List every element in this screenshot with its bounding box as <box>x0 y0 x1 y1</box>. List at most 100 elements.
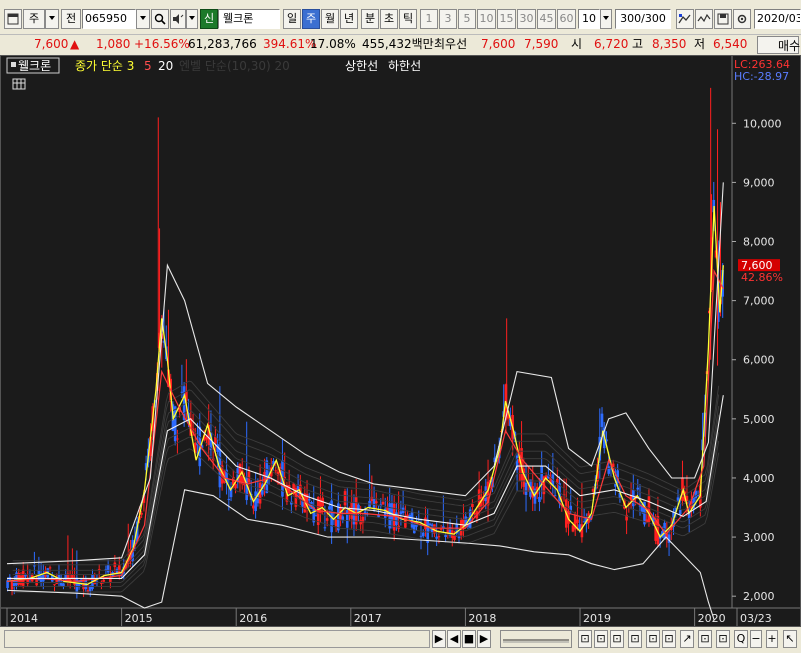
market-select[interactable]: 주 <box>23 9 45 29</box>
layout-3-icon[interactable]: ⊡ <box>610 630 624 648</box>
date-input[interactable]: 2020/03 <box>754 9 801 29</box>
search-icon[interactable] <box>151 9 169 29</box>
layout-2-icon[interactable]: ⊡ <box>594 630 608 648</box>
settings-icon[interactable] <box>733 9 751 29</box>
tab-month[interactable]: 월 <box>321 9 339 29</box>
candle-body <box>102 579 105 582</box>
tab-week[interactable]: 주 <box>302 9 320 29</box>
x-tick-label: 2019 <box>583 612 611 625</box>
interval-input[interactable]: 10 <box>578 9 600 29</box>
horizontal-scrollbar[interactable] <box>4 630 430 648</box>
x-tick-label: 2016 <box>239 612 267 625</box>
candle-body <box>334 518 338 527</box>
interval-60[interactable]: 60 <box>557 9 576 29</box>
chart-background <box>1 56 800 626</box>
open-value: 6,720 <box>594 37 629 51</box>
rewind-icon[interactable]: ◀ <box>447 630 461 648</box>
interval-3-label: 3 <box>444 12 452 25</box>
toolbar: 주 전 065950 신 웰크론 일 주 월 년 분 초 틱 1 3 5 10 … <box>0 0 801 34</box>
interval-10[interactable]: 10 <box>477 9 496 29</box>
candle-body <box>428 523 432 526</box>
interval-15-label: 15 <box>499 12 514 25</box>
scroll-right-icon[interactable]: ▶ <box>432 630 446 648</box>
chart-type-icon[interactable]: ⊡ <box>628 630 642 648</box>
window-menu-icon[interactable] <box>4 9 22 29</box>
candle-body <box>410 512 414 528</box>
print-icon[interactable]: ⊡ <box>662 630 676 648</box>
buy-button[interactable]: 매수 <box>757 36 800 54</box>
candle-body <box>323 527 327 529</box>
stock-name: 웰크론 <box>223 12 254 25</box>
interval-30[interactable]: 30 <box>517 9 536 29</box>
x-tick-label: 2017 <box>354 612 382 625</box>
candle-body <box>524 482 528 495</box>
y-tick-label: 9,000 <box>743 176 775 189</box>
x-tick-label: 2020 <box>698 612 726 625</box>
candle-body <box>538 496 541 503</box>
interval-5-label: 5 <box>463 12 471 25</box>
candle-body <box>252 505 255 509</box>
copy-icon[interactable]: ⊡ <box>716 630 730 648</box>
minus-icon[interactable]: − <box>750 630 762 648</box>
tab-year[interactable]: 년 <box>340 9 358 29</box>
market-dropdown-icon[interactable] <box>45 9 59 29</box>
interval-30-label: 30 <box>519 12 534 25</box>
tab-second[interactable]: 초 <box>380 9 398 29</box>
candle-body <box>247 471 251 483</box>
code-dropdown-icon[interactable] <box>136 9 150 29</box>
interval-5[interactable]: 5 <box>458 9 476 29</box>
interval-value: 10 <box>582 12 596 25</box>
candle-body <box>343 491 347 506</box>
candle-body <box>636 487 640 490</box>
candle-body <box>607 466 611 474</box>
zoom-slider[interactable] <box>500 630 572 648</box>
low-value: 6,540 <box>713 37 748 51</box>
speaker-icon[interactable] <box>170 9 186 29</box>
trend-icon[interactable]: ↗ <box>680 630 694 648</box>
play-icon[interactable]: ▶ <box>477 630 491 648</box>
candle-body <box>106 564 110 573</box>
tab-day[interactable]: 일 <box>283 9 301 29</box>
interval-3[interactable]: 3 <box>439 9 457 29</box>
high-label: 고 <box>632 37 644 51</box>
plus-icon[interactable]: + <box>766 630 778 648</box>
y-tick-label: 5,000 <box>743 413 775 426</box>
stop-icon[interactable]: ■ <box>462 630 476 648</box>
chart-panel[interactable]: 10,000 9,000 8,000 7,000 6,000 5,000 4,000 3,00… <box>0 55 801 627</box>
candle-body <box>435 536 438 539</box>
code-input[interactable]: 065950 <box>82 9 136 29</box>
bottom-bar: ▶ ◀ ■ ▶ ⊡ ⊡ ⊡ ⊡ ⊡ ⊡ ↗ ⊡ ⊡ Q − + ↖ <box>0 627 801 653</box>
draw-icon[interactable]: ⊡ <box>698 630 712 648</box>
save-icon[interactable] <box>714 9 732 29</box>
stock-name-field[interactable]: 웰크론 <box>218 9 280 29</box>
count-input[interactable]: 300/300 <box>615 9 671 29</box>
best-label: 최우선 <box>434 37 468 51</box>
interval-15[interactable]: 15 <box>497 9 516 29</box>
tools-icon[interactable] <box>676 9 694 29</box>
interval-1[interactable]: 1 <box>420 9 438 29</box>
prev-button[interactable]: 전 <box>61 9 81 29</box>
trade-amount: 455,432백만 <box>362 37 434 51</box>
candle-body <box>375 501 378 504</box>
candle-body <box>419 535 423 537</box>
candle-body <box>654 521 657 541</box>
layout-1-icon[interactable]: ⊡ <box>578 630 592 648</box>
compare-icon[interactable]: ⊡ <box>646 630 660 648</box>
candle-body <box>227 498 231 500</box>
new-listing-badge: 신 <box>200 9 218 29</box>
change-arrow: ▲ <box>70 37 80 51</box>
tab-minute[interactable]: 분 <box>361 9 379 29</box>
interval-45[interactable]: 45 <box>537 9 556 29</box>
candle-body <box>424 517 427 530</box>
speaker-dropdown-icon[interactable] <box>186 9 198 29</box>
zoom-out-icon[interactable]: Q <box>734 630 748 648</box>
candle-body <box>33 565 36 567</box>
tab-tick-label: 틱 <box>402 12 414 25</box>
indicator-icon[interactable] <box>695 9 713 29</box>
candle-body <box>53 584 56 586</box>
price-chart[interactable]: 10,000 9,000 8,000 7,000 6,000 5,000 4,000 3,00… <box>1 56 800 626</box>
price-bar: 7,600 ▲ 1,080 +16.56% 61,283,766 394.61%… <box>0 34 801 54</box>
interval-dropdown-icon[interactable] <box>600 9 612 29</box>
tab-tick[interactable]: 틱 <box>399 9 417 29</box>
cursor-icon[interactable]: ↖ <box>783 630 797 648</box>
